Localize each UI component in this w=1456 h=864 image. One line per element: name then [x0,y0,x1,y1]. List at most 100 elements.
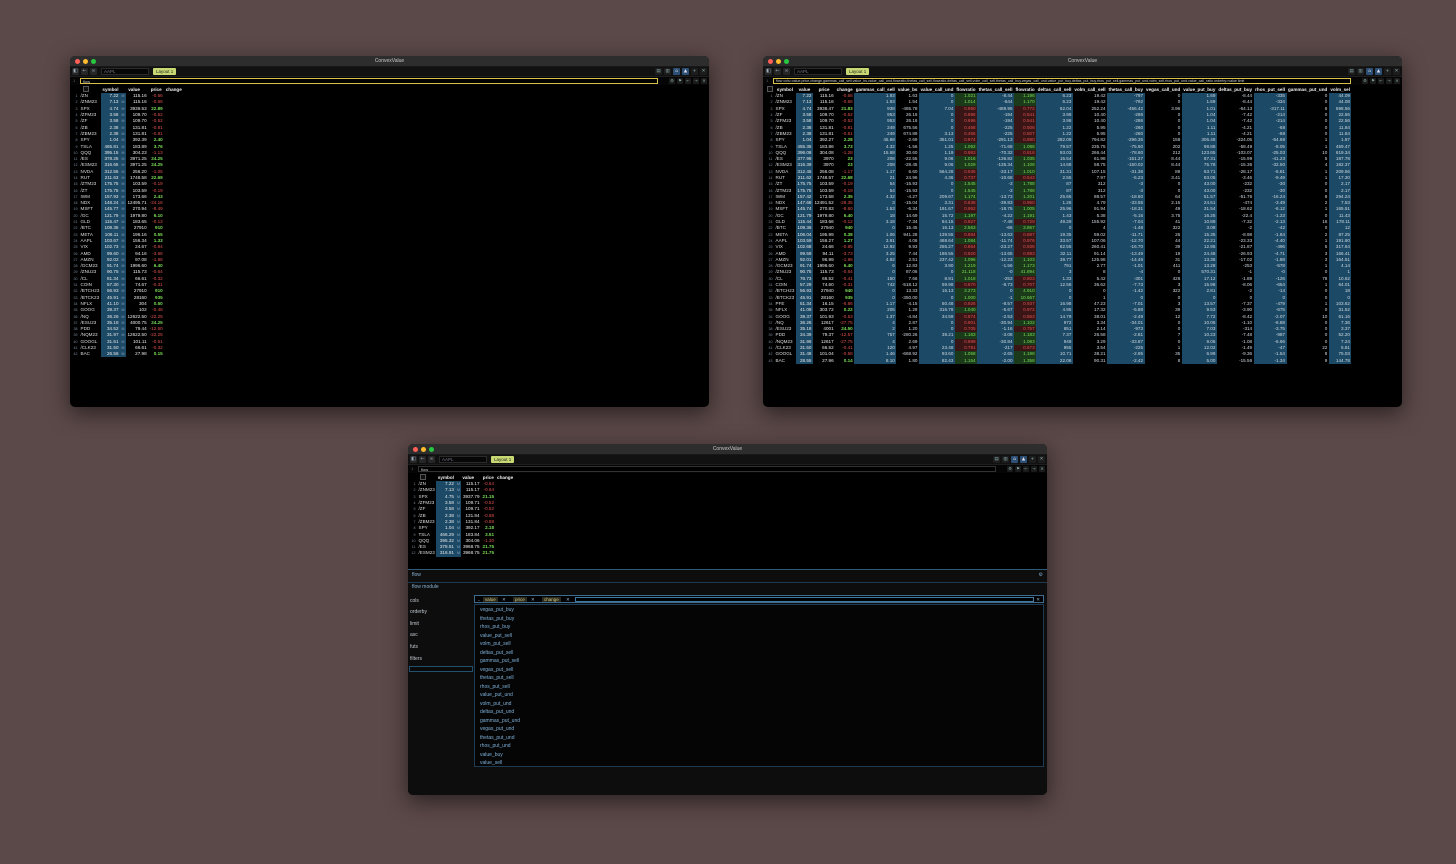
dropdown-option[interactable]: rhos_put_sell [480,684,510,691]
column-header-value_bs[interactable]: value_bs [896,86,919,93]
remove-chip-icon[interactable]: ✕ [566,597,570,603]
column-header-change[interactable]: change [164,86,183,93]
home-icon[interactable]: ⌂ [1366,68,1373,75]
column-header-gammas_call_sell[interactable]: gammas_call_sell [854,86,896,93]
column-header-flowratio[interactable]: flowratio [1014,86,1036,93]
panel-toggle-icon[interactable]: ◧ [410,456,417,463]
flag-icon[interactable]: ⚑ [1370,78,1376,84]
back-icon[interactable]: ← [419,456,426,463]
home-icon[interactable]: ⌂ [673,68,680,75]
table-row[interactable]: 42 BAC 26.56 M 27.98 0.15 [72,351,183,358]
column-header-price[interactable]: price [481,474,496,481]
column-header-symbol[interactable]: symbol [774,86,796,93]
left-icon[interactable]: ← [1023,466,1029,472]
column-header-value_put_buy[interactable]: value_put_buy [1182,86,1217,93]
option-futs[interactable]: futs [410,644,418,650]
up-icon[interactable]: ▲ [682,68,689,75]
option-asc[interactable]: asc [410,632,418,638]
column-header-value[interactable]: value [120,86,148,93]
dropdown-option[interactable]: vegas_put_sell [480,667,513,674]
up-icon[interactable]: ▲ [1375,68,1382,75]
back-icon[interactable]: ← [81,68,88,75]
column-header-deltas_put_buy[interactable]: deltas_put_buy [1217,86,1254,93]
symbol-cell[interactable]: /ZBM23 [417,519,436,525]
column-header-deltas_call_sell[interactable]: deltas_call_sell [1036,86,1073,93]
dropdown-option[interactable]: volm_put_und [480,701,511,708]
select-all-header[interactable] [765,86,774,93]
layout-icon[interactable]: ▥ [1357,68,1364,75]
column-header-vegas_call_und[interactable]: vegas_call_und [1145,86,1182,93]
gear-icon[interactable]: ⚙ [1039,572,1043,578]
layout-tab[interactable]: Layout 1 [491,456,515,463]
column-header-change[interactable]: change [835,86,854,93]
column-header-volm_sel[interactable]: volm_sel [1329,86,1352,93]
table-row[interactable]: 11/ES 378.51 M 3968.75 21.75 [410,543,515,551]
column-header-symbol[interactable]: symbol [436,474,455,481]
column-header-thetas_call_buy[interactable]: thetas_call_buy [1107,86,1144,93]
home-icon[interactable]: ⌂ [1011,456,1018,463]
command-input[interactable]: flow [80,78,658,84]
select-all-checkbox[interactable] [420,474,427,481]
chevron-down-icon[interactable]: ⌄ [477,597,481,603]
panel-toggle-icon[interactable]: ◧ [765,68,772,75]
close-icon[interactable]: ✕ [1039,466,1045,472]
close-icon[interactable]: ✕ [1393,68,1400,75]
add-icon[interactable]: + [691,68,698,75]
dropdown-option[interactable]: value_buy [480,752,503,759]
flag-icon[interactable]: ⚑ [1015,466,1021,472]
column-header-value_call_und[interactable]: value_call_und [919,86,955,93]
table-row[interactable]: 3 SPX 4.75 M 3937.79 21.15 [410,493,515,500]
option-filters[interactable]: filters [410,656,422,662]
select-all-checkbox[interactable] [766,86,773,93]
column-header-flowratio[interactable]: flowratio [955,86,977,93]
symbol-cell[interactable]: /ZFM23 [417,500,436,506]
settings-icon[interactable]: ⚙ [1007,466,1013,472]
select-all-header[interactable] [410,474,436,481]
column-header-volm_call_sell[interactable]: volm_call_sell [1073,86,1107,93]
save-icon[interactable]: ▤ [993,456,1000,463]
column-header-gammas_put_und[interactable]: gammas_put_und [1287,86,1329,93]
table-row[interactable]: 39/NQM23 31.97 M 12622.50 -22.25 [72,332,183,339]
symbol-cell[interactable]: BAC [79,351,101,357]
save-icon[interactable]: ▤ [655,68,662,75]
column-header-thetas_call_sell[interactable]: thetas_call_sell [977,86,1014,93]
settings-icon[interactable]: ⚙ [1362,78,1368,84]
left-icon[interactable]: ← [685,78,691,84]
panel-toggle-icon[interactable]: ◧ [72,68,79,75]
symbol-cell[interactable]: /ESM23 [417,550,436,556]
close-icon[interactable]: ✕ [700,68,707,75]
table-row[interactable]: 43 BAC 28.55 27.96 0.14 8.10 1.80 82.43 1.154 -2.… [765,357,1352,364]
link-icon[interactable]: ∞ [428,456,435,463]
dropdown-option[interactable]: thetas_put_und [480,735,514,742]
cols-select[interactable]: ⌄ value ✕ price ✕ change ✕ ✕ [474,595,1044,603]
close-icon[interactable]: ✕ [1394,78,1400,84]
close-icon[interactable]: ✕ [701,78,707,84]
clear-icon[interactable]: ✕ [1036,597,1040,603]
dropdown-option[interactable]: value_sell [480,760,502,766]
symbol-cell[interactable]: /BTCK23 [774,295,796,301]
column-header-symbol[interactable]: symbol [101,86,120,93]
table-row[interactable]: 36/NQ 36.26 M 12622.50 -22.25 [72,313,183,320]
left-icon[interactable]: ← [1378,78,1384,84]
dropdown-option[interactable]: value_put_und [480,692,513,699]
column-header-price[interactable]: price [813,86,835,93]
column-header-change[interactable]: change [496,474,515,481]
symbol-cell[interactable]: /BTCH23 [774,288,796,294]
symbol-cell[interactable]: /NQM23 [774,339,796,345]
symbol-input[interactable]: AAPL [794,68,842,75]
right-icon[interactable]: → [1031,466,1037,472]
command-input[interactable]: flow [418,466,996,472]
dropdown-option[interactable]: thetas_put_buy [480,616,514,623]
symbol-cell[interactable]: /BTCK23 [79,295,101,301]
column-header-price[interactable]: price [148,86,164,93]
dropdown-option[interactable]: vegas_put_und [480,726,514,733]
select-all-checkbox[interactable] [83,86,90,93]
link-icon[interactable]: ∞ [90,68,97,75]
settings-icon[interactable]: ⚙ [669,78,675,84]
table-row[interactable]: 12/ESM23 316.91 M 3968.75 21.75 [410,550,515,557]
back-icon[interactable]: ← [774,68,781,75]
column-header-value[interactable]: value [455,474,481,481]
dropdown-option[interactable]: thetas_put_sell [480,675,514,682]
option-orderby[interactable]: orderby [410,609,427,615]
dropdown-option[interactable]: value_put_sell [480,633,512,640]
